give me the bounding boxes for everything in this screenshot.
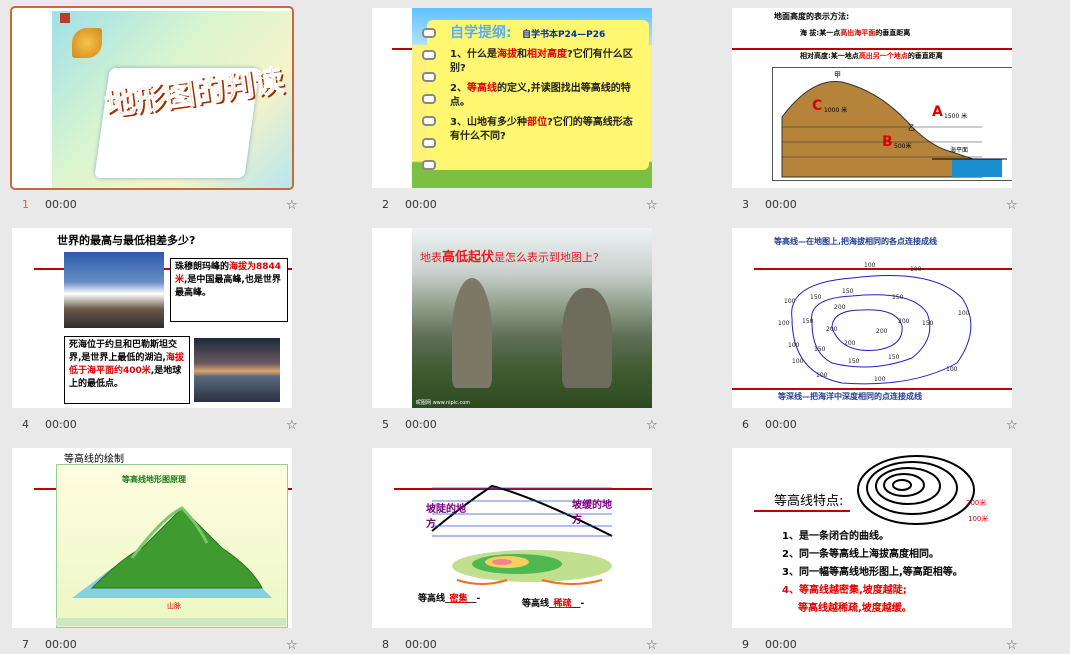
star-outline-icon[interactable]: ☆ [646, 198, 658, 213]
star-outline-icon[interactable]: ☆ [286, 638, 298, 653]
slide-thumb-3[interactable]: 地面高度的表示方法: 海 拔:某一点高出海平面的垂直距离 相对高度:某一地点高出… [732, 8, 1018, 213]
star-outline-icon[interactable]: ☆ [646, 638, 658, 653]
slide-2-heading: 自学提纲: [450, 25, 512, 41]
slide-1-canvas[interactable]: 地形图的判读 [10, 6, 294, 190]
star-outline-icon[interactable]: ☆ [646, 418, 658, 433]
slide-5-canvas[interactable]: 地表高低起伏是怎么表示到地图上? 昵图网 www.nipic.com [372, 228, 652, 408]
slide-thumb-6[interactable]: 等高线—在地图上,把海拔相同的各点连接成线 100 100 100 100 10… [732, 228, 1018, 433]
slide-thumb-5[interactable]: 地表高低起伏是怎么表示到地图上? 昵图网 www.nipic.com 5 00:0… [372, 228, 658, 433]
star-outline-icon[interactable]: ☆ [1006, 198, 1018, 213]
slide-thumb-1[interactable]: 地形图的判读 1 00:00 ☆ [10, 6, 298, 213]
slope-diagram [431, 484, 613, 585]
everest-photo [64, 252, 164, 328]
star-outline-icon[interactable]: ☆ [286, 418, 298, 433]
slide-thumb-8[interactable]: 坡陡的地方 坡缓的地方 等高线_密集__- 等高线_稀疏__- 8 00:00 ☆ [372, 448, 658, 653]
star-outline-icon[interactable]: ☆ [286, 198, 298, 213]
slide-8-canvas[interactable]: 坡陡的地方 坡缓的地方 等高线_密集__- 等高线_稀疏__- [372, 448, 652, 628]
slide-4-canvas[interactable]: 世界的最高与最低相差多少? 珠穆朗玛峰的海拔为8844米,是中国最高峰,也是世界… [12, 228, 292, 408]
star-outline-icon[interactable]: ☆ [1006, 638, 1018, 653]
slide-thumb-2[interactable]: 自学提纲: 自学书本P24—P26 1、什么是海拔和相对高度?它们有什么区别? … [372, 8, 658, 213]
slide-3-canvas[interactable]: 地面高度的表示方法: 海 拔:某一点高出海平面的垂直距离 相对高度:某一地点高出… [732, 8, 1012, 188]
slide-thumb-4[interactable]: 世界的最高与最低相差多少? 珠穆朗玛峰的海拔为8844米,是中国最高峰,也是世界… [12, 228, 298, 433]
slide-6-canvas[interactable]: 等高线—在地图上,把海拔相同的各点连接成线 100 100 100 100 10… [732, 228, 1012, 408]
terrain-cross-section [781, 80, 1007, 178]
slide-9-canvas[interactable]: 200米 100米 等高线特点: 1、是一条闭合的曲线。 2、同一条等高线上海拔… [732, 448, 1012, 628]
star-outline-icon[interactable]: ☆ [1006, 418, 1018, 433]
slide-thumb-9[interactable]: 200米 100米 等高线特点: 1、是一条闭合的曲线。 2、同一条等高线上海拔… [732, 448, 1018, 653]
slide-number: 1 [22, 198, 29, 211]
slide-7-canvas[interactable]: 等高线的绘制 等高线地形图原理 山脉 [12, 448, 292, 628]
slide-timing: 00:00 [45, 198, 77, 211]
spiral-binding [422, 28, 436, 170]
slide-2-book: 自学书本P24—P26 [522, 30, 606, 40]
dead-sea-photo [194, 338, 280, 402]
butterfly-icon [72, 28, 102, 58]
slide-2-canvas[interactable]: 自学提纲: 自学书本P24—P26 1、什么是海拔和相对高度?它们有什么区别? … [372, 8, 652, 188]
slide-thumb-7[interactable]: 等高线的绘制 等高线地形图原理 山脉 7 00:00 ☆ [12, 448, 298, 653]
logo-icon [60, 13, 70, 23]
